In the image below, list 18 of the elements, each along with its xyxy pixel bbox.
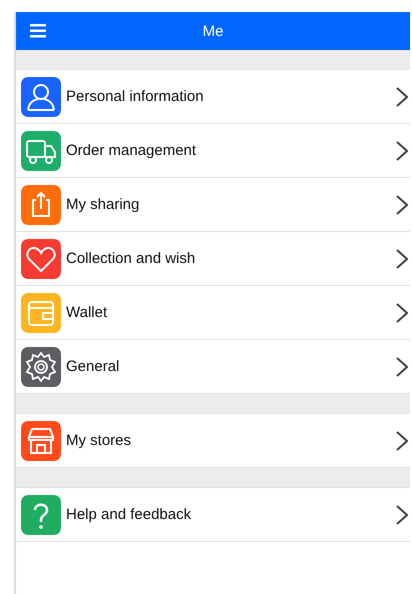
menu-item-label: My stores [66, 432, 132, 449]
chevron-right-icon [396, 140, 408, 160]
menu-item-label: General [66, 358, 120, 375]
menu-item-label: Order management [66, 142, 198, 159]
chevron-right-icon [396, 248, 408, 268]
menu-item-label: Wallet [66, 304, 108, 321]
menu-item-label: My sharing [66, 196, 140, 213]
menu-item-label: Collection and wish [66, 250, 196, 267]
chevron-right-icon [396, 430, 408, 450]
menu-icon[interactable] [30, 24, 46, 38]
menu-item-label: Help and feedback [66, 506, 192, 523]
chevron-right-icon [396, 194, 408, 214]
menu-item-label: Personal information [66, 88, 205, 105]
chevron-right-icon [396, 504, 408, 524]
chevron-right-icon [396, 302, 408, 322]
chevron-right-icon [396, 356, 408, 376]
page-title: Me [202, 22, 224, 40]
chevron-right-icon [396, 86, 408, 106]
